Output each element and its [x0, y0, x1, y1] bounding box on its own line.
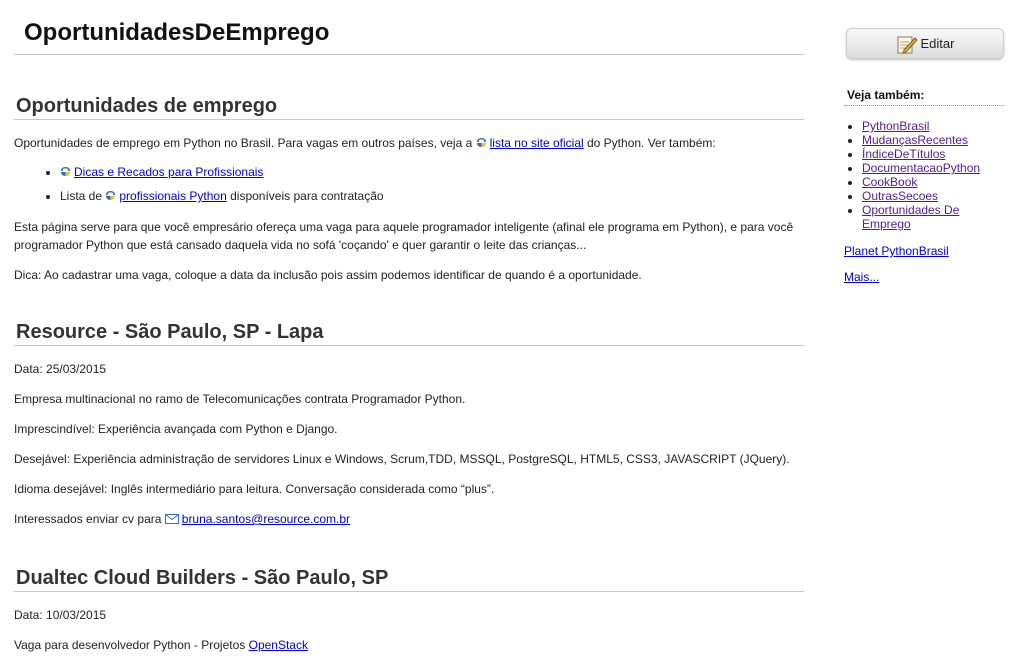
- job1-description: Empresa multinacional no ramo de Telecom…: [14, 392, 466, 406]
- mail-icon: [164, 511, 179, 524]
- job1-date: Data: 25/03/2015: [14, 362, 107, 376]
- job2-date: Data: 10/03/2015: [14, 608, 107, 622]
- sidebar-item-indice: ÍndiceDeTítulos: [862, 147, 1002, 161]
- list-item: Lista de profissionais Python disponívei…: [60, 184, 804, 208]
- sidebar-item-documentacao: DocumentacaoPython: [862, 161, 1002, 175]
- sidebar-link[interactable]: CookBook: [862, 175, 917, 189]
- python-link-icon: [60, 161, 71, 176]
- intro-paragraph-2: Esta página serve para que você empresár…: [14, 220, 794, 252]
- see-also-list: PythonBrasil MudançasRecentes ÍndiceDeTí…: [844, 119, 1002, 231]
- page-title: OportunidadesDeEmprego: [24, 19, 330, 46]
- email-link[interactable]: bruna.santos@resource.com.br: [182, 512, 350, 526]
- intro-text-before: Oportunidades de emprego em Python no Br…: [14, 136, 473, 150]
- official-site-link[interactable]: lista no site oficial: [490, 136, 584, 150]
- sidebar-link[interactable]: DocumentacaoPython: [862, 161, 980, 175]
- sidebar-item-outrassecoes: OutrasSecoes: [862, 189, 1002, 203]
- job1-contact: Interessados enviar cv para bruna.santos…: [14, 510, 804, 528]
- section-heading-job1: Resource - São Paulo, SP - Lapa: [16, 321, 324, 343]
- edit-label: Editar: [920, 36, 955, 51]
- python-link-icon: [476, 135, 487, 147]
- intro-paragraph: Oportunidades de emprego em Python no Br…: [14, 134, 804, 152]
- section-heading-job2: Dualtec Cloud Builders - São Paulo, SP: [16, 567, 389, 589]
- python-link-icon: [105, 185, 116, 200]
- job1-required: Imprescindível: Experiência avançada com…: [14, 422, 338, 436]
- list-item: Dicas e Recados para Profissionais: [60, 160, 804, 184]
- edit-button[interactable]: Editar: [846, 28, 1004, 59]
- sidebar-link[interactable]: Oportunidades De Emprego: [862, 203, 959, 231]
- edit-icon: [897, 36, 918, 54]
- bullet-text-after: disponíveis para contratação: [230, 189, 384, 203]
- sidebar-item-oportunidades: Oportunidades De Emprego: [862, 203, 1002, 231]
- more-link[interactable]: Mais...: [844, 270, 879, 284]
- intro-text-after: do Python. Ver também:: [587, 136, 716, 150]
- openstack-link[interactable]: OpenStack: [249, 638, 308, 652]
- sidebar-item-cookbook: CookBook: [862, 175, 1002, 189]
- professionals-link[interactable]: profissionais Python: [119, 189, 226, 203]
- sidebar-link[interactable]: PythonBrasil: [862, 119, 929, 133]
- job2-text: Vaga para desenvolvedor Python - Projeto…: [14, 638, 246, 652]
- see-also-divider: [844, 105, 1004, 106]
- main-content: OportunidadesDeEmprego Oportunidades de …: [14, 0, 804, 654]
- section-heading-intro: Oportunidades de emprego: [16, 95, 278, 117]
- contact-text: Interessados enviar cv para: [14, 512, 162, 526]
- sidebar-item-pythonbrasil: PythonBrasil: [862, 119, 1002, 133]
- sidebar-link[interactable]: OutrasSecoes: [862, 189, 938, 203]
- planet-pythonbrasil-link[interactable]: Planet PythonBrasil: [844, 244, 949, 258]
- tip-paragraph: Dica: Ao cadastrar uma vaga, coloque a d…: [14, 268, 642, 282]
- job1-language: Idioma desejável: Inglês intermediário p…: [14, 482, 495, 496]
- sidebar-link[interactable]: ÍndiceDeTítulos: [862, 147, 945, 161]
- see-also-title: Veja também:: [847, 88, 925, 102]
- see-also-bullets: Dicas e Recados para Profissionais Lista…: [14, 160, 804, 208]
- sidebar-item-mudancas: MudançasRecentes: [862, 133, 1002, 147]
- sidebar-link[interactable]: MudançasRecentes: [862, 133, 968, 147]
- job2-description: Vaga para desenvolvedor Python - Projeto…: [14, 636, 804, 654]
- job1-desired: Desejável: Experiência administração de …: [14, 452, 790, 466]
- bullet-text-before: Lista de: [60, 189, 103, 203]
- tips-link[interactable]: Dicas e Recados para Profissionais: [74, 165, 263, 179]
